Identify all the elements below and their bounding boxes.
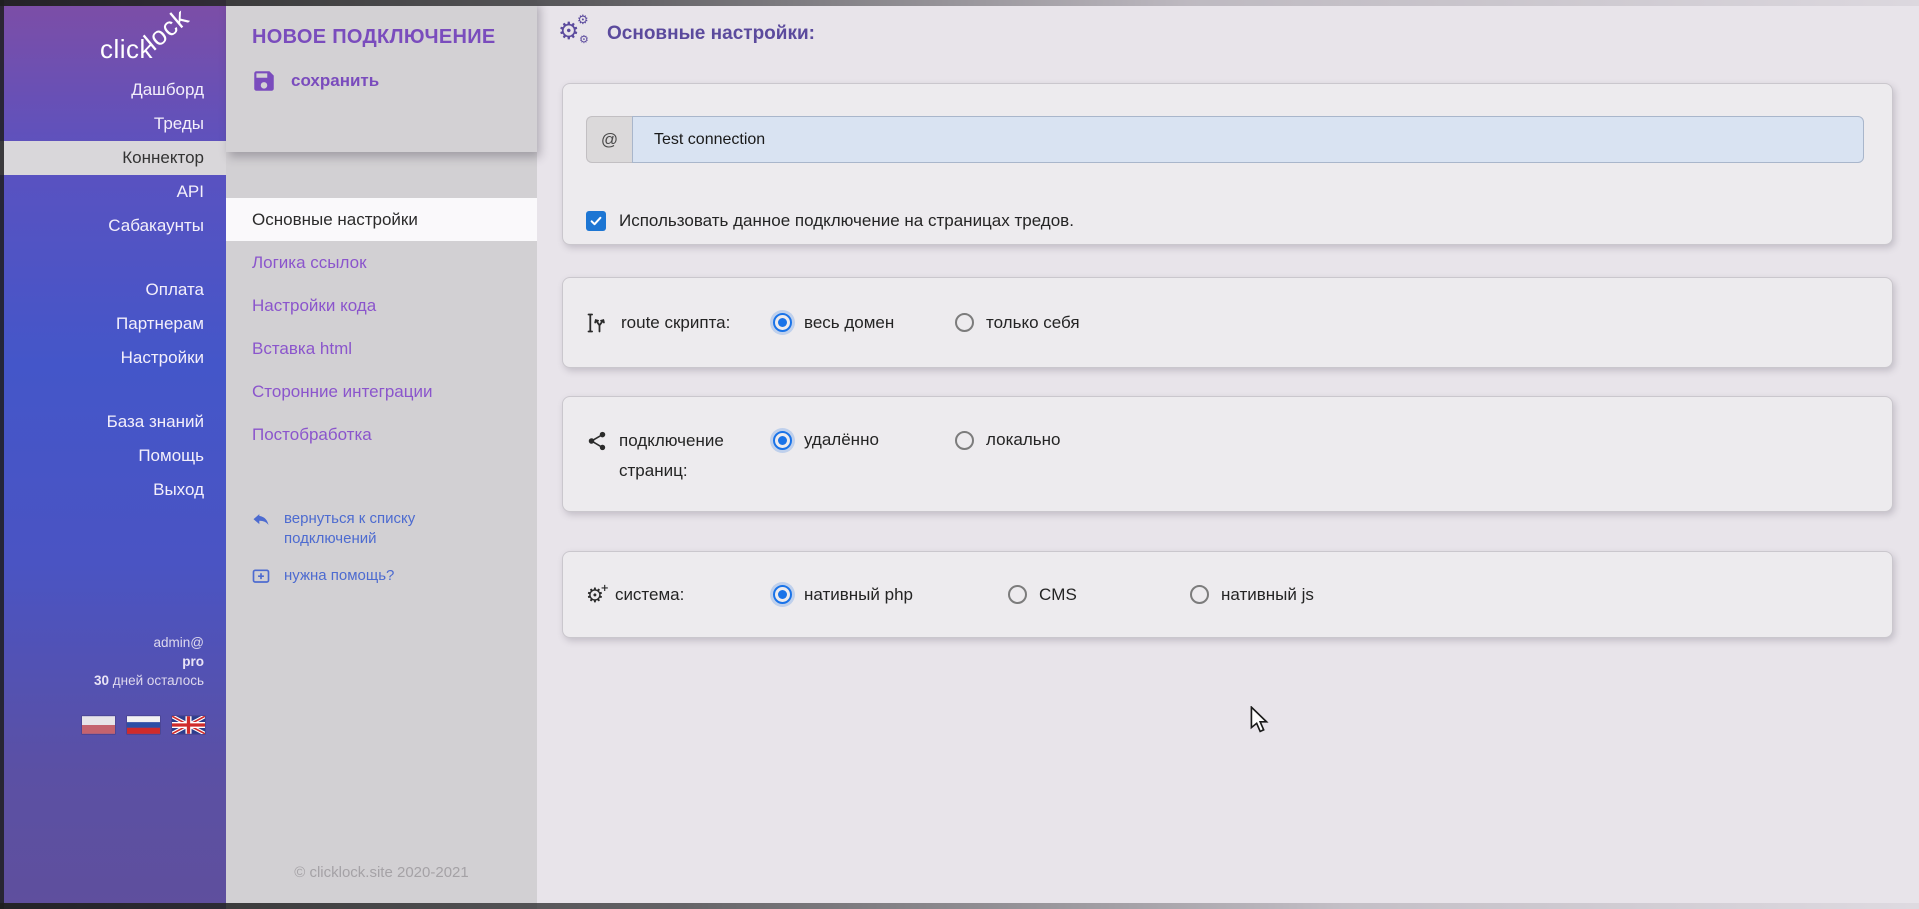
- menu-item-html-insert[interactable]: Вставка html: [226, 327, 537, 370]
- page-connection-card: подключение страниц: удалённо локально: [562, 396, 1893, 512]
- route-script-label-block: route скрипта:: [586, 311, 773, 335]
- radio-label: весь домен: [804, 313, 894, 333]
- back-to-list-label: вернуться к списку подключений: [284, 509, 446, 549]
- radio-label: нативный js: [1221, 585, 1314, 605]
- sidebar-item-connector[interactable]: Коннектор: [0, 141, 226, 175]
- at-sign-prefix: @: [586, 116, 632, 163]
- add-comment-icon: [251, 567, 271, 587]
- frame-edge-left: [0, 0, 4, 909]
- sidebar-item-settings[interactable]: Настройки: [0, 341, 226, 375]
- radio-unselected-icon: [955, 431, 974, 450]
- radio-selected-icon: [773, 585, 792, 604]
- radio-label: только себя: [986, 313, 1080, 333]
- frame-edge-top: [0, 0, 1919, 6]
- page-connection-label: подключение страниц:: [619, 426, 741, 486]
- route-script-card: route скрипта: весь домен только себя: [562, 277, 1893, 368]
- sidebar-item-payment[interactable]: Оплата: [0, 273, 226, 307]
- account-email: admin@: [94, 633, 204, 652]
- checkmark-icon: [589, 214, 603, 228]
- uk-flag-icon[interactable]: [172, 716, 205, 734]
- page-connection-label-block: подключение страниц:: [586, 430, 773, 486]
- sidebar-item-subaccounts[interactable]: Сабакаунты: [0, 209, 226, 243]
- panel-links: вернуться к списку подключений нужна пом…: [251, 509, 501, 604]
- russia-flag-icon[interactable]: [127, 716, 160, 734]
- radio-label: CMS: [1039, 585, 1077, 605]
- use-on-threads-label: Использовать данное подключение на стран…: [619, 211, 1074, 231]
- radio-label: нативный php: [804, 585, 913, 605]
- panel-menu: Основные настройки Логика ссылок Настрой…: [226, 198, 537, 456]
- mouse-pointer-icon: [1249, 706, 1269, 734]
- main-content: ⚙⚙⚙ Основные настройки: @ Использовать д…: [537, 0, 1919, 909]
- panel-header: НОВОЕ ПОДКЛЮЧЕНИЕ сохранить: [226, 0, 537, 152]
- menu-item-basic-settings[interactable]: Основные настройки: [226, 198, 537, 241]
- sidebar-item-logout[interactable]: Выход: [0, 473, 226, 507]
- radio-option-cms[interactable]: CMS: [1008, 585, 1190, 605]
- sidebar-nav: Дашборд Треды Коннектор API Сабакаунты О…: [0, 73, 226, 507]
- radio-label: удалённо: [804, 430, 879, 450]
- account-info: admin@ pro 30 дней осталось: [94, 633, 204, 690]
- section-title: Основные настройки:: [607, 23, 815, 45]
- route-script-label: route скрипта:: [621, 313, 730, 333]
- radio-option-local[interactable]: локально: [955, 430, 1137, 450]
- sidebar-item-help[interactable]: Помощь: [0, 439, 226, 473]
- copyright: © clicklock.site 2020-2021: [226, 864, 537, 881]
- sidebar: click lock Дашборд Треды Коннектор API С…: [0, 0, 226, 909]
- connection-name-group: @: [586, 116, 1864, 163]
- language-switcher: [82, 716, 205, 734]
- system-card: ⚙+ система: нативный php CMS нативный js: [562, 551, 1893, 638]
- frame-edge-bottom: [0, 903, 1919, 909]
- app-page: click lock Дашборд Треды Коннектор API С…: [0, 0, 1919, 909]
- radio-selected-icon: [773, 313, 792, 332]
- section-header: ⚙⚙⚙ Основные настройки:: [558, 18, 815, 50]
- menu-item-third-party[interactable]: Сторонние интеграции: [226, 370, 537, 413]
- gear-sparkle-icon: ⚙+: [586, 585, 604, 605]
- sidebar-item-dashboard[interactable]: Дашборд: [0, 73, 226, 107]
- radio-option-native-php[interactable]: нативный php: [773, 585, 1008, 605]
- floppy-save-icon: [251, 68, 277, 94]
- account-plan: pro: [94, 652, 204, 671]
- menu-item-code-settings[interactable]: Настройки кода: [226, 284, 537, 327]
- radio-option-only-self[interactable]: только себя: [955, 313, 1137, 333]
- radio-option-remote[interactable]: удалённо: [773, 430, 955, 450]
- route-icon: [586, 311, 610, 335]
- gears-icon: ⚙⚙⚙: [558, 18, 594, 50]
- connection-name-card: @ Использовать данное подключение на стр…: [562, 83, 1893, 245]
- use-on-threads-row: Использовать данное подключение на стран…: [586, 211, 1074, 231]
- sidebar-item-threads[interactable]: Треды: [0, 107, 226, 141]
- system-label: система:: [615, 585, 684, 605]
- save-button[interactable]: сохранить: [251, 68, 379, 94]
- use-on-threads-checkbox[interactable]: [586, 211, 606, 231]
- need-help-link[interactable]: нужна помощь?: [251, 566, 501, 587]
- undo-arrow-icon: [251, 510, 271, 530]
- panel-title: НОВОЕ ПОДКЛЮЧЕНИЕ: [252, 26, 496, 49]
- radio-option-whole-domain[interactable]: весь домен: [773, 313, 955, 333]
- save-button-label: сохранить: [291, 71, 379, 91]
- back-to-list-link[interactable]: вернуться к списку подключений: [251, 509, 501, 549]
- menu-item-postprocessing[interactable]: Постобработка: [226, 413, 537, 456]
- sidebar-item-partners[interactable]: Партнерам: [0, 307, 226, 341]
- menu-item-link-logic[interactable]: Логика ссылок: [226, 241, 537, 284]
- system-label-block: ⚙+ система:: [586, 585, 773, 605]
- poland-flag-icon[interactable]: [82, 716, 115, 734]
- account-days-left: 30 дней осталось: [94, 671, 204, 690]
- radio-selected-icon: [773, 431, 792, 450]
- radio-unselected-icon: [1008, 585, 1027, 604]
- connection-name-input[interactable]: [632, 116, 1864, 163]
- radio-unselected-icon: [1190, 585, 1209, 604]
- sidebar-item-knowledge-base[interactable]: База знаний: [0, 405, 226, 439]
- radio-option-native-js[interactable]: нативный js: [1190, 585, 1372, 605]
- need-help-label: нужна помощь?: [284, 566, 394, 586]
- sidebar-item-api[interactable]: API: [0, 175, 226, 209]
- connection-panel: НОВОЕ ПОДКЛЮЧЕНИЕ сохранить Основные нас…: [226, 0, 537, 909]
- radio-label: локально: [986, 430, 1060, 450]
- radio-unselected-icon: [955, 313, 974, 332]
- share-icon: [586, 430, 608, 452]
